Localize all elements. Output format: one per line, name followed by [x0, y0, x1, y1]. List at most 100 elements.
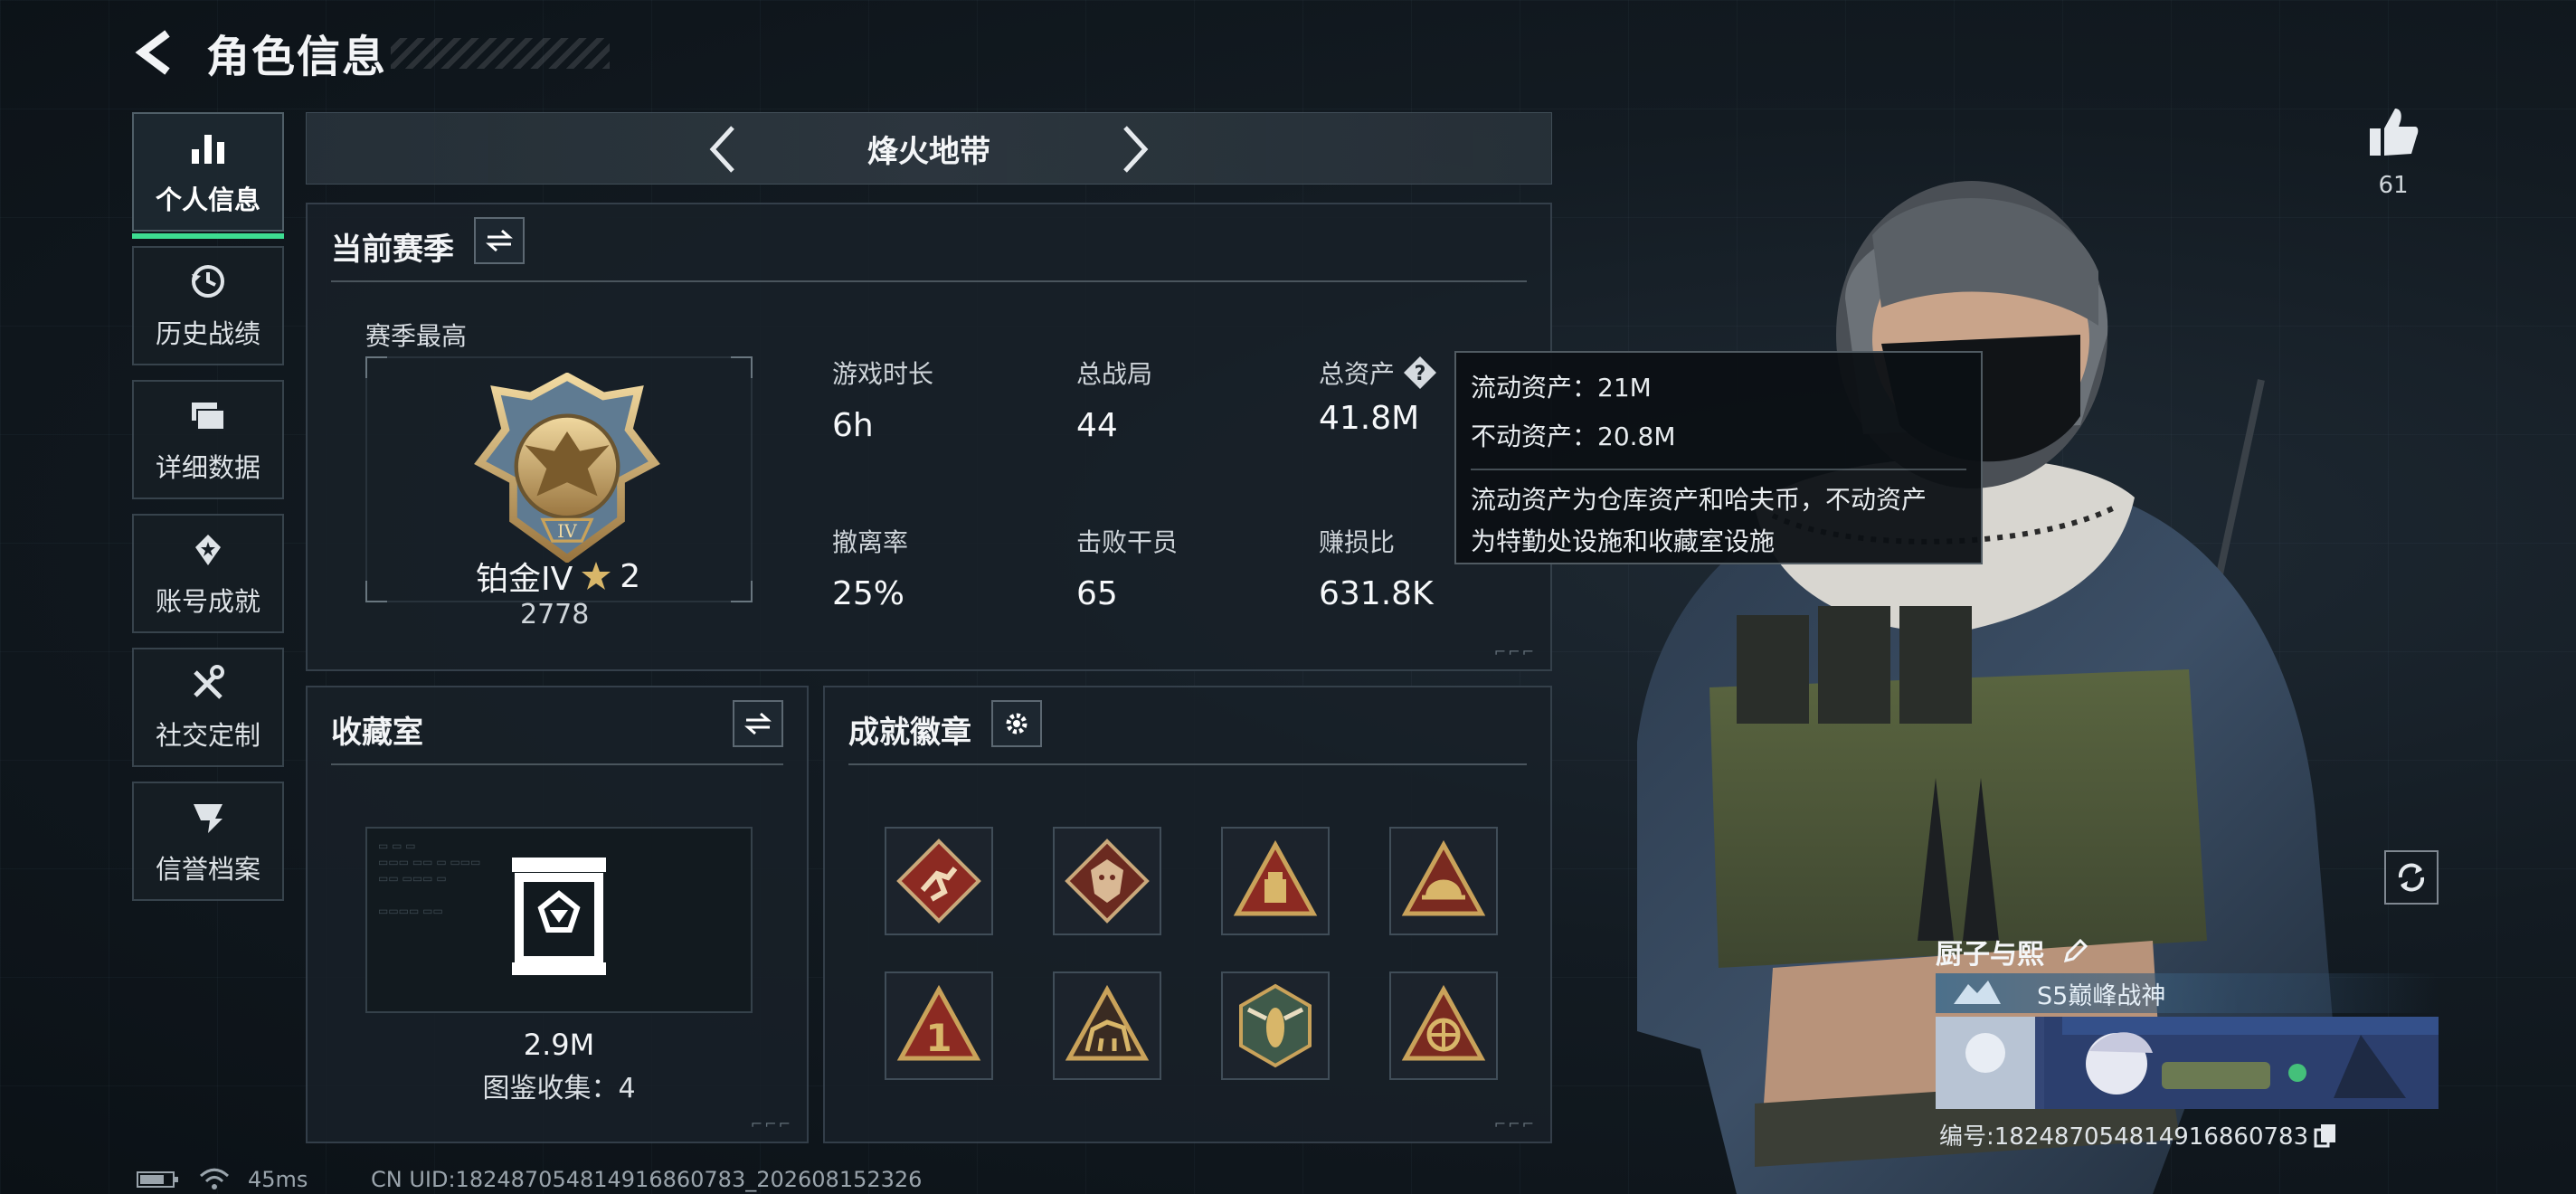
tooltip-divider [1471, 469, 1966, 470]
help-icon[interactable]: ? [1402, 355, 1438, 391]
season-switch-button[interactable] [474, 217, 525, 264]
mode-next-button[interactable] [1108, 122, 1162, 176]
player-name: 厨子与熙 [1936, 932, 2089, 971]
title-emblem-icon [1954, 981, 2001, 1004]
nav-item-history[interactable]: 历史战绩 [132, 246, 284, 365]
ping-value: 45ms [248, 1167, 308, 1192]
folders-icon [187, 394, 229, 436]
runner-badge-icon [896, 839, 981, 924]
runner-badge[interactable] [885, 827, 993, 935]
stat-play-time: 游戏时长 6h [832, 359, 934, 444]
stat-profit-ratio: 赚损比 631.8K [1319, 527, 1434, 612]
crest-badge[interactable] [1389, 971, 1498, 1080]
season-best-label: 赛季最高 [365, 321, 468, 351]
tooltip-liquid-assets: 流动资产：21M [1471, 373, 1652, 403]
wasp-badge-icon [1239, 983, 1312, 1068]
collection-preview[interactable]: ▭ ▭ ▭ ▭▭▭ ▭▭ ▭ ▭▭▭ ▭▭ ▭▭▭ ▭ ▭▭▭▭ ▭▭ [365, 827, 753, 1013]
nav-label: 账号成就 [155, 586, 260, 617]
player-banner[interactable] [1936, 1017, 2439, 1109]
number-one-badge[interactable]: 1 [885, 971, 993, 1080]
collection-panel: 收藏室 ▭ ▭ ▭ ▭▭▭ ▭▭ ▭ ▭▭▭ ▭▭ ▭▭▭ ▭ ▭▭▭▭ ▭▭ 2.9… [306, 686, 809, 1143]
nav-item-personal-info[interactable]: 个人信息 [132, 112, 284, 239]
chevron-left-icon [709, 126, 734, 173]
svg-text:?: ? [1415, 363, 1426, 385]
tools-icon [187, 662, 229, 704]
display-case-icon [512, 858, 606, 975]
corner-decoration: ⌐⌐⌐ [750, 1115, 792, 1132]
nav-label: 社交定制 [155, 720, 260, 751]
cn-uid: CN UID:18248705481491686078​3_2026081523… [371, 1167, 923, 1192]
rank-name: 铂金IV 2 [476, 557, 641, 599]
dragon-badge-icon [1065, 839, 1150, 924]
banner-art-icon [1936, 1017, 2439, 1109]
nav-label: 信誉档案 [155, 854, 260, 885]
tooltip-description-2: 为特勤处设施和收藏室设施 [1471, 526, 1776, 556]
season-panel: 当前赛季 赛季最高 IV 铂金IV 2 2778 游戏时长 6h 总战局 44 … [306, 203, 1552, 671]
tooltip-fixed-assets: 不动资产：20.8M [1471, 422, 1676, 451]
nav-item-detailed-data[interactable]: 详细数据 [132, 380, 284, 499]
back-arrow-icon [135, 30, 170, 75]
collection-title: 收藏室 [331, 715, 423, 751]
battery-icon [137, 1171, 178, 1188]
helmet-badge-icon [1401, 839, 1486, 916]
faint-text-decoration: ▭ ▭ ▭ ▭▭▭ ▭▭ ▭ ▭▭▭ ▭▭ ▭▭▭ ▭ ▭▭▭▭ ▭▭ [378, 839, 481, 917]
page-header: 角色信息 [132, 25, 387, 82]
nav-label: 个人信息 [155, 185, 260, 215]
bar-chart-icon [187, 127, 229, 168]
beast-badge-icon [1065, 984, 1150, 1061]
chevron-right-icon [1123, 126, 1149, 173]
assets-tooltip: 流动资产：21M 不动资产：20.8M 流动资产为仓库资产和哈夫币，不动资产 为… [1454, 351, 1983, 564]
refresh-button[interactable] [2384, 850, 2439, 905]
back-button[interactable] [132, 25, 179, 80]
reputation-icon [187, 796, 229, 838]
corner-decoration: ⌐⌐⌐ [1493, 1115, 1536, 1132]
mode-prev-button[interactable] [696, 122, 750, 176]
side-nav: 个人信息 历史战绩 详细数据 账号成就 社交定制 信誉档案 [132, 112, 284, 915]
tooltip-description-1: 流动资产为仓库资产和哈夫币，不动资产 [1471, 485, 1927, 515]
thumbs-up-icon [2370, 109, 2419, 156]
player-uid: 编号:18248705481491686078​3 [1939, 1118, 2337, 1151]
gear-icon [1006, 713, 1028, 734]
beast-badge[interactable] [1053, 971, 1161, 1080]
dragon-badge[interactable] [1053, 827, 1161, 935]
season-title: 当前赛季 [331, 232, 454, 268]
svg-text:IV: IV [557, 521, 578, 542]
nav-item-achievements[interactable]: 账号成就 [132, 514, 284, 633]
panel-divider [331, 280, 1527, 282]
svg-text:1: 1 [925, 1016, 952, 1060]
edit-icon[interactable] [2060, 937, 2089, 966]
corner-decoration: ⌐⌐⌐ [1493, 643, 1536, 660]
stat-operators-defeated: 击败干员 65 [1076, 527, 1179, 612]
stat-total-assets: 总资产 ? 41.8M [1319, 355, 1438, 437]
nav-item-social[interactable]: 社交定制 [132, 648, 284, 767]
page-title: 角色信息 [206, 32, 388, 82]
nav-item-reputation[interactable]: 信誉档案 [132, 782, 284, 901]
nav-label: 详细数据 [155, 452, 260, 483]
title-decoration [391, 38, 610, 69]
swap-icon [486, 229, 513, 252]
achievement-icon [187, 528, 229, 570]
crate-badge[interactable] [1221, 827, 1330, 935]
panel-divider [331, 763, 783, 765]
achievement-panel: 成就徽章 1 ⌐⌐⌐ [823, 686, 1552, 1143]
wasp-badge[interactable] [1221, 971, 1330, 1080]
refresh-icon [2398, 863, 2425, 892]
swap-icon [744, 712, 772, 735]
panel-divider [848, 763, 1527, 765]
copy-icon[interactable] [2314, 1123, 2337, 1148]
collection-count: 图鉴收集：4 [482, 1073, 636, 1104]
like-button[interactable]: 61 [2361, 105, 2426, 199]
number-one-badge-icon: 1 [896, 984, 981, 1061]
status-bar: 45ms [136, 1167, 308, 1192]
rank-score: 2778 [520, 599, 590, 630]
stat-total-matches: 总战局 44 [1076, 359, 1153, 444]
mode-selector: 烽火地带 [306, 112, 1552, 185]
nav-label: 历史战绩 [155, 318, 260, 349]
player-title-plate: S5巅峰战神 [1936, 973, 2439, 1013]
achievement-settings-button[interactable] [991, 700, 1042, 747]
mode-title: 烽火地带 [867, 133, 990, 170]
helmet-badge[interactable] [1389, 827, 1498, 935]
achievement-title: 成就徽章 [848, 715, 971, 751]
star-icon [582, 562, 611, 590]
collection-switch-button[interactable] [733, 700, 783, 747]
